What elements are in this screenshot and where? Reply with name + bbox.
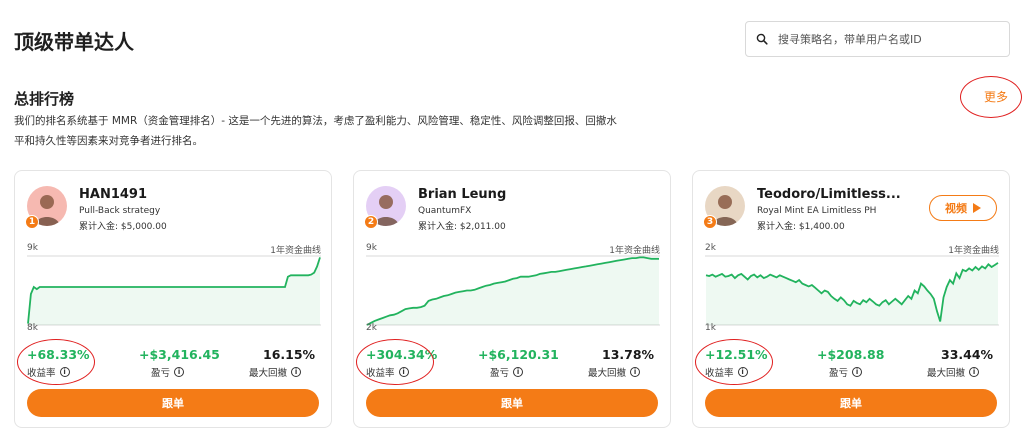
equity-curve-svg xyxy=(705,255,999,326)
leaderboard-description: 我们的排名系统基于 MMR（资金管理排名）- 这是一个先进的算法，考虑了盈利能力… xyxy=(14,115,617,147)
trader-card-3: 3 Teodoro/Limitless... Royal Mint EA Lim… xyxy=(692,170,1010,428)
rank-badge: 3 xyxy=(703,215,717,229)
rank-badge: 1 xyxy=(25,215,39,229)
return-value: +68.33% xyxy=(27,347,90,362)
follow-button[interactable]: 跟单 xyxy=(705,389,997,417)
trader-card-1: 1 HAN1491 Pull-Back strategy 累计入金: $5,00… xyxy=(14,170,332,428)
equity-area xyxy=(367,257,659,325)
stat-return: +12.51% 收益率 i xyxy=(705,347,768,379)
pnl-value: +$6,120.31 xyxy=(478,347,559,362)
rank-badge: 2 xyxy=(364,215,378,229)
more-link-wrapper: 更多 xyxy=(960,76,1024,118)
info-icon[interactable]: i xyxy=(852,367,863,377)
stat-drawdown: 13.78% 最大回撤 i xyxy=(588,347,655,379)
total-invested: 累计入金: $5,000.00 xyxy=(79,222,167,232)
equity-chart: 9k 1年资金曲线 2k xyxy=(366,243,660,339)
stat-drawdown: 16.15% 最大回撤 i xyxy=(249,347,316,379)
pnl-label: 盈亏 xyxy=(490,368,510,379)
info-icon[interactable]: i xyxy=(59,367,70,377)
return-label: 收益率 xyxy=(705,368,734,379)
play-icon xyxy=(973,203,981,213)
strategy-name: QuantumFX xyxy=(418,206,472,216)
drawdown-label: 最大回撤 xyxy=(588,368,627,379)
pnl-label: 盈亏 xyxy=(151,368,171,379)
equity-area xyxy=(28,257,320,325)
info-icon[interactable]: i xyxy=(291,367,302,377)
total-invested: 累计入金: $1,400.00 xyxy=(757,222,845,232)
info-icon[interactable]: i xyxy=(398,367,409,377)
trader-name[interactable]: Teodoro/Limitless... xyxy=(757,187,901,202)
stats-row: +12.51% 收益率 i +$208.88 盈亏 i 33.44% 最大回撤 i xyxy=(705,347,999,381)
drawdown-value: 33.44% xyxy=(941,347,994,362)
stat-pnl: +$208.88 盈亏 i xyxy=(817,347,884,379)
stat-pnl: +$3,416.45 盈亏 i xyxy=(139,347,220,379)
search-input[interactable] xyxy=(778,32,998,46)
info-icon[interactable]: i xyxy=(969,367,980,377)
stat-drawdown: 33.44% 最大回撤 i xyxy=(927,347,994,379)
page-title: 顶级带单达人 xyxy=(14,30,134,54)
equity-area xyxy=(706,262,998,325)
strategy-name: Pull-Back strategy xyxy=(79,206,161,216)
pnl-value: +$3,416.45 xyxy=(139,347,220,362)
stats-row: +68.33% 收益率 i +$3,416.45 盈亏 i 16.15% 最大回撤 i xyxy=(27,347,321,381)
stat-return: +68.33% 收益率 i xyxy=(27,347,90,379)
return-value: +12.51% xyxy=(705,347,768,362)
info-icon[interactable]: i xyxy=(174,367,185,377)
chart-y-min: 1k xyxy=(705,323,716,333)
return-label: 收益率 xyxy=(366,368,395,379)
more-link[interactable]: 更多 xyxy=(984,88,1008,105)
total-invested: 累计入金: $2,011.00 xyxy=(418,222,506,232)
trader-name[interactable]: Brian Leung xyxy=(418,187,506,202)
stat-return: +304.34% 收益率 i xyxy=(366,347,437,379)
pnl-label: 盈亏 xyxy=(829,368,849,379)
chart-y-min: 8k xyxy=(27,323,38,333)
search-box[interactable] xyxy=(745,21,1010,57)
search-icon xyxy=(756,33,768,45)
drawdown-label: 最大回撤 xyxy=(249,368,288,379)
trader-name[interactable]: HAN1491 xyxy=(79,187,147,202)
drawdown-value: 13.78% xyxy=(602,347,655,362)
equity-chart: 2k 1年资金曲线 1k xyxy=(705,243,999,339)
follow-button[interactable]: 跟单 xyxy=(366,389,658,417)
equity-curve-svg xyxy=(366,255,660,326)
info-icon[interactable]: i xyxy=(630,367,641,377)
strategy-name: Royal Mint EA Limitless PH xyxy=(757,206,877,216)
info-icon[interactable]: i xyxy=(737,367,748,377)
return-label: 收益率 xyxy=(27,368,56,379)
stats-row: +304.34% 收益率 i +$6,120.31 盈亏 i 13.78% 最大回撤… xyxy=(366,347,660,381)
equity-curve-svg xyxy=(27,255,321,326)
leaderboard-title: 总排行榜 xyxy=(14,90,75,108)
video-button[interactable]: 视频 xyxy=(929,195,997,221)
return-value: +304.34% xyxy=(366,347,438,362)
stat-pnl: +$6,120.31 盈亏 i xyxy=(478,347,559,379)
info-icon[interactable]: i xyxy=(513,367,524,377)
pnl-value: +$208.88 xyxy=(817,347,885,362)
follow-button[interactable]: 跟单 xyxy=(27,389,319,417)
drawdown-label: 最大回撤 xyxy=(927,368,966,379)
equity-chart: 9k 1年资金曲线 8k xyxy=(27,243,321,339)
chart-y-min: 2k xyxy=(366,323,377,333)
trader-card-2: 2 Brian Leung QuantumFX 累计入金: $2,011.00 … xyxy=(353,170,671,428)
drawdown-value: 16.15% xyxy=(263,347,316,362)
